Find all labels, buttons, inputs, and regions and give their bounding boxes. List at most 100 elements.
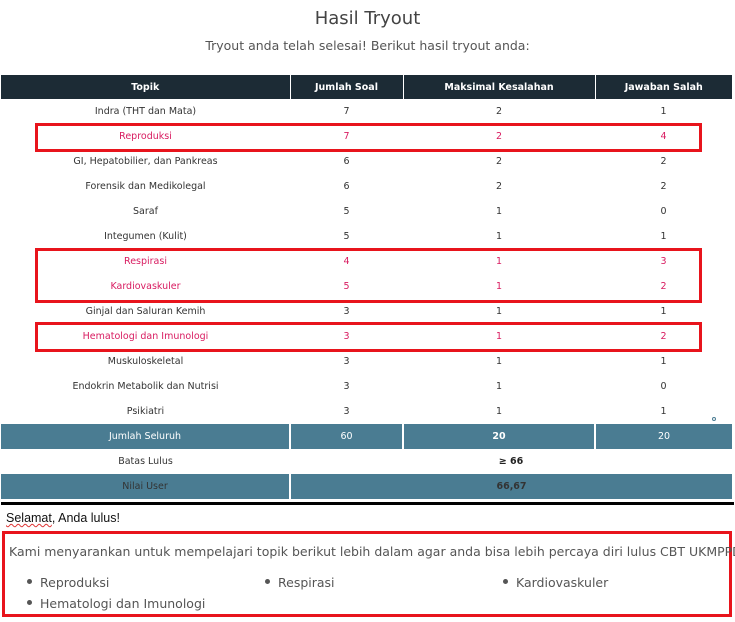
cell-wrong-answers: 2 [660,156,667,167]
cell-wrong-answers: 1 [660,306,667,317]
cell-topic: Kardiovaskuler [110,281,181,292]
column-header-topic: Topik [1,75,291,99]
total-wrong: 20 [595,424,732,449]
cell-topic: Indra (THT dan Mata) [94,106,197,117]
table-row: Indra (THT dan Mata) 7 2 1 [1,99,732,124]
table-row: Integumen (Kulit) 5 1 1 [1,224,732,249]
table-row: Kardiovaskuler 5 1 2 [1,274,732,299]
total-max: 20 [403,424,596,449]
cell-count: 7 [343,106,350,117]
cell-topic: Ginjal dan Saluran Kemih [85,306,206,317]
pass-message-word: Selamat [6,511,52,525]
cell-topic: Psikiatri [126,406,165,417]
cell-count: 5 [343,231,350,242]
pass-threshold-row: Batas Lulus ≥ 66 [1,449,732,474]
cell-wrong-answers: 1 [660,106,667,117]
recommendation-item-label: Kardiovaskuler [516,575,609,590]
table-row: Ginjal dan Saluran Kemih 3 1 1 [1,299,732,324]
cell-max-errors: 1 [495,281,503,292]
recommendation-box: Kami menyarankan untuk mempelajari topik… [2,531,735,617]
recommendation-intro: Kami menyarankan untuk mempelajari topik… [9,544,735,559]
cell-topic: Integumen (Kulit) [104,231,187,242]
total-row: Jumlah Seluruh 60 20 20 [1,424,732,449]
cell-max-errors: 1 [495,256,503,267]
cell-count: 3 [343,381,350,392]
cell-count: 6 [343,156,350,167]
total-label: Jumlah Seluruh [1,424,291,449]
cell-topic: Muskuloskeletal [107,356,184,367]
table-row: Respirasi 4 1 3 [1,249,732,274]
cell-count: 3 [343,331,350,342]
cell-count: 3 [343,356,350,367]
cell-topic: Hematologi dan Imunologi [82,331,209,342]
user-score-label: Nilai User [1,474,291,499]
cell-max-errors: 2 [495,181,503,192]
recommendation-item: Reproduksi [27,575,109,590]
cell-topic: GI, Hepatobilier, dan Pankreas [73,156,218,167]
pass-message-rest: , Anda lulus! [51,511,120,525]
results-table: Topik Jumlah Soal Maksimal Kesalahan Jaw… [1,75,732,499]
cell-count: 5 [343,206,350,217]
table-row: Hematologi dan Imunologi 3 1 2 [1,324,732,349]
cell-wrong-answers: 4 [660,131,667,142]
cell-count: 7 [343,131,350,142]
cell-max-errors: 1 [495,381,503,392]
table-row: Endokrin Metabolik dan Nutrisi 3 1 0 [1,374,732,399]
column-header-count: Jumlah Soal [290,75,404,99]
cell-max-errors: 2 [495,106,503,117]
pass-threshold-value: ≥ 66 [498,456,524,467]
cell-max-errors: 1 [495,406,503,417]
cell-wrong-answers: 0 [660,381,667,392]
user-score-value: 66,67 [290,474,732,499]
table-row: Psikiatri 3 1 1 [1,399,732,424]
cell-count: 3 [343,306,350,317]
cell-max-errors: 2 [495,156,503,167]
pass-threshold-label: Batas Lulus [118,456,173,467]
cell-topic: Respirasi [124,256,167,267]
small-dot-marker [712,417,716,421]
bullet-icon [503,579,508,584]
recommendation-item: Hematologi dan Imunologi [27,596,205,611]
cell-wrong-answers: 2 [660,331,667,342]
cell-max-errors: 1 [495,331,503,342]
cell-wrong-answers: 0 [660,206,667,217]
recommendation-item-label: Hematologi dan Imunologi [40,596,206,611]
recommendation-item-label: Reproduksi [40,575,110,590]
table-row: Forensik dan Medikolegal 6 2 2 [1,174,732,199]
cell-max-errors: 2 [495,131,503,142]
cell-count: 6 [343,181,350,192]
cell-max-errors: 1 [495,306,503,317]
cell-wrong-answers: 1 [660,231,667,242]
pass-message: Selamat, Anda lulus! [6,511,120,525]
cell-max-errors: 1 [495,206,503,217]
cell-topic: Forensik dan Medikolegal [85,181,206,192]
cell-max-errors: 1 [495,356,503,367]
cell-topic: Saraf [133,206,158,217]
recommendation-item-label: Respirasi [278,575,335,590]
bullet-icon [265,579,270,584]
table-row: GI, Hepatobilier, dan Pankreas 6 2 2 [1,149,732,174]
cell-count: 5 [343,281,350,292]
user-score-row: Nilai User 66,67 [1,474,732,499]
page-subtitle: Tryout anda telah selesai! Berikut hasil… [205,38,530,53]
page-title: Hasil Tryout [314,8,421,29]
cell-topic: Reproduksi [119,131,172,142]
table-row: Saraf 5 1 0 [1,199,732,224]
table-row: Muskuloskeletal 3 1 1 [1,349,732,374]
table-header-row: Topik Jumlah Soal Maksimal Kesalahan Jaw… [1,75,732,99]
cell-wrong-answers: 2 [660,181,667,192]
column-header-wrong-answers: Jawaban Salah [595,75,732,99]
cell-wrong-answers: 1 [660,406,667,417]
column-header-max-errors: Maksimal Kesalahan [403,75,596,99]
total-count: 60 [290,424,404,449]
cell-count: 3 [343,406,350,417]
cell-wrong-answers: 1 [660,356,667,367]
cell-wrong-answers: 2 [660,281,667,292]
cell-max-errors: 1 [495,231,503,242]
recommendation-item: Respirasi [265,575,335,590]
cell-wrong-answers: 3 [660,256,667,267]
cell-topic: Endokrin Metabolik dan Nutrisi [72,381,219,392]
bullet-icon [27,579,32,584]
cell-count: 4 [343,256,350,267]
recommendation-item: Kardiovaskuler [503,575,608,590]
